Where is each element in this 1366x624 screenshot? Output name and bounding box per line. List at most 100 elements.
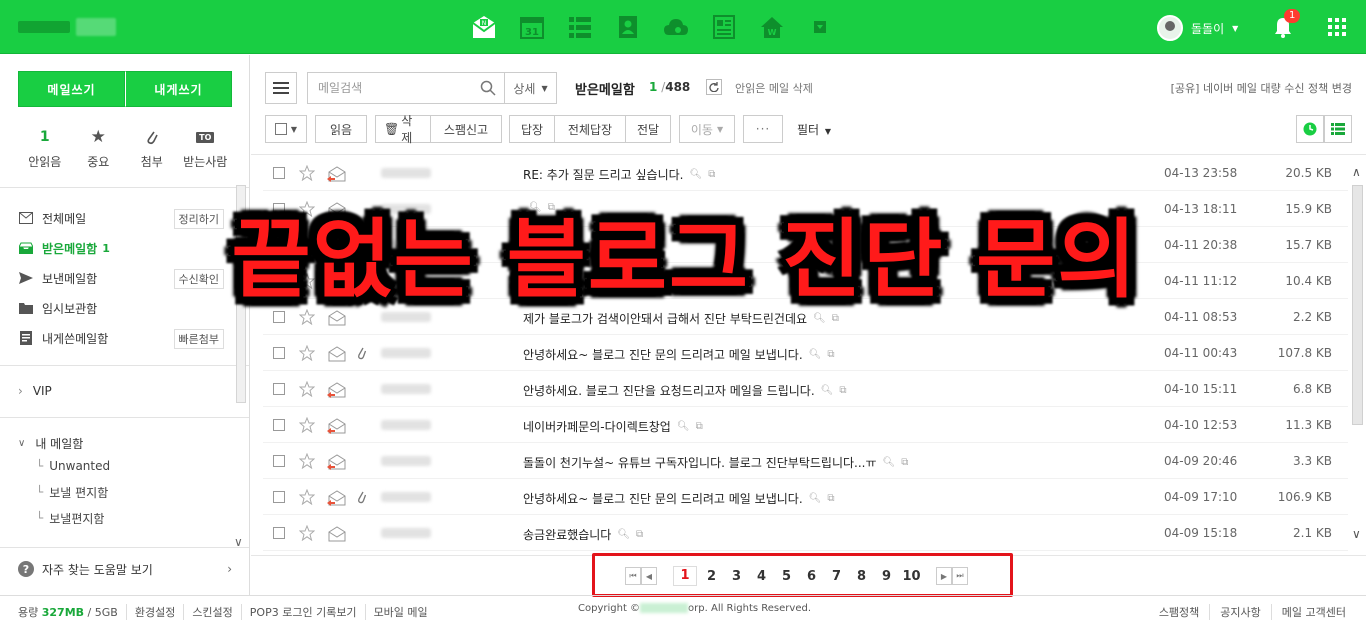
table-row[interactable]: 안녕하세요~ 블로그 진단 문의 드리려고 메일 보냅니다. 🔍︎ ⧉ 04-11 0… bbox=[263, 335, 1348, 371]
search-icon[interactable]: 🔍︎ bbox=[529, 274, 542, 285]
open-new-window-icon[interactable]: ⧉ bbox=[832, 313, 839, 324]
open-new-window-icon[interactable]: ⧉ bbox=[548, 274, 555, 285]
open-new-window-icon[interactable]: ⧉ bbox=[708, 169, 715, 180]
mail-subject[interactable]: 네이버카페문의-다이렉트창업 🔍︎ ⧉ bbox=[523, 418, 703, 435]
table-row[interactable]: 🔍︎ ⧉ 04-11 11:12 10.4 KB bbox=[263, 263, 1348, 299]
chevron-down-icon[interactable]: ∨ bbox=[1352, 527, 1361, 541]
reply-button[interactable]: 답장 bbox=[509, 115, 555, 143]
scroll-thumb[interactable] bbox=[1352, 185, 1363, 425]
read-receipt-button[interactable]: 수신확인 bbox=[173, 269, 224, 289]
mail-subject[interactable]: RE: 추가 질문 드리고 싶습니다. 🔍︎ ⧉ bbox=[523, 166, 715, 183]
search-icon[interactable]: 🔍︎ bbox=[883, 457, 896, 468]
mail-subject[interactable]: 송금완료했습니다 🔍︎ ⧉ bbox=[523, 526, 643, 543]
reply-all-button[interactable]: 전체답장 bbox=[554, 115, 626, 143]
row-checkbox[interactable] bbox=[273, 418, 285, 431]
open-new-window-icon[interactable]: ⧉ bbox=[901, 457, 908, 468]
sidebar-scrollbar[interactable]: ∨ bbox=[234, 75, 248, 565]
open-new-window-icon[interactable]: ⧉ bbox=[696, 421, 703, 432]
contacts-list-app-icon[interactable] bbox=[556, 10, 604, 44]
more-apps-icon[interactable] bbox=[796, 10, 844, 44]
spam-report-button[interactable]: 스팸신고 bbox=[430, 115, 502, 143]
folder-all[interactable]: 전체메일 정리하기 bbox=[18, 203, 224, 233]
table-row[interactable]: 돌돌이 천기누설~ 유튜브 구독자입니다. 블로그 진단부탁드립니다...ㅠ 🔍︎… bbox=[263, 443, 1348, 479]
move-dropdown[interactable]: 이동 ▼ bbox=[679, 115, 735, 143]
notice-link[interactable]: 공지사항 bbox=[1209, 604, 1270, 620]
folder-vip[interactable]: › VIP bbox=[18, 381, 52, 401]
write-mail-button[interactable]: 메일쓰기 bbox=[18, 71, 125, 107]
star-icon[interactable] bbox=[299, 417, 315, 433]
policy-notice-link[interactable]: [공유] 네이버 메일 대량 수신 정책 변경 bbox=[1171, 80, 1352, 96]
my-mailbox-toggle[interactable]: ∨ 내 메일함 bbox=[18, 433, 110, 453]
hamburger-menu-button[interactable] bbox=[265, 72, 297, 104]
search-icon[interactable] bbox=[480, 80, 496, 96]
open-new-window-icon[interactable]: ⧉ bbox=[827, 493, 834, 504]
search-icon[interactable]: 🔍︎ bbox=[689, 169, 702, 180]
subfolder-item[interactable]: └ 보낼 편지함 bbox=[18, 479, 110, 505]
address-book-app-icon[interactable] bbox=[604, 10, 652, 44]
star-icon[interactable] bbox=[299, 453, 315, 469]
pop3-log-link[interactable]: POP3 로그인 기록보기 bbox=[240, 604, 365, 620]
mail-app-icon[interactable]: N bbox=[460, 10, 508, 44]
star-icon[interactable] bbox=[299, 345, 315, 361]
star-icon[interactable] bbox=[299, 381, 315, 397]
quick-important[interactable]: ★ 중요 bbox=[72, 127, 126, 170]
quick-recipient[interactable]: TO 받는사람 bbox=[179, 127, 233, 170]
table-row[interactable]: 🔍︎ ⧉ 04-11 20:38 15.7 KB bbox=[263, 227, 1348, 263]
quick-attach-button[interactable]: 빠른첨부 bbox=[173, 329, 224, 349]
page-number[interactable]: 8 bbox=[849, 569, 874, 584]
delete-unread-link[interactable]: 안읽은 메일 삭제 bbox=[735, 80, 813, 96]
star-icon[interactable] bbox=[299, 273, 315, 289]
detail-search-dropdown[interactable]: 상세 ▼ bbox=[505, 72, 557, 104]
page-number[interactable]: 3 bbox=[724, 569, 749, 584]
page-number[interactable]: 6 bbox=[799, 569, 824, 584]
mail-subject[interactable]: 안녕하세요~ 블로그 진단 문의 드리려고 메일 보냅니다. 🔍︎ ⧉ bbox=[523, 490, 834, 507]
user-menu[interactable]: 돌돌이 ▼ bbox=[1157, 15, 1238, 41]
mail-subject[interactable]: 🔍︎ ⧉ bbox=[523, 202, 555, 213]
search-icon[interactable]: 🔍︎ bbox=[529, 202, 542, 213]
page-number[interactable]: 7 bbox=[824, 569, 849, 584]
home-app-icon[interactable]: W bbox=[748, 10, 796, 44]
search-icon[interactable]: 🔍︎ bbox=[813, 313, 826, 324]
scroll-thumb[interactable] bbox=[236, 185, 246, 403]
open-new-window-icon[interactable]: ⧉ bbox=[636, 529, 643, 540]
grid-menu-icon[interactable] bbox=[1327, 17, 1347, 37]
row-checkbox[interactable] bbox=[273, 238, 285, 251]
mail-subject[interactable]: 제가 블로그가 검색이안돼서 급해서 진단 부탁드린건데요 🔍︎ ⧉ bbox=[523, 310, 839, 327]
table-row[interactable]: 안녕하세요~ 블로그 진단 문의 드리려고 메일 보냅니다. 🔍︎ ⧉ 04-09 1… bbox=[263, 479, 1348, 515]
page-number[interactable]: 5 bbox=[774, 569, 799, 584]
naver-logo[interactable] bbox=[18, 18, 118, 36]
table-row[interactable]: 제가 블로그가 검색이안돼서 급해서 진단 부탁드린건데요 🔍︎ ⧉ 04-11 08… bbox=[263, 299, 1348, 335]
write-self-button[interactable]: 내게쓰기 bbox=[125, 71, 232, 107]
mail-subject[interactable]: 🔍︎ ⧉ bbox=[523, 238, 555, 249]
row-checkbox[interactable] bbox=[273, 490, 285, 503]
row-checkbox[interactable] bbox=[273, 310, 285, 323]
quick-unread[interactable]: 1 안읽음 bbox=[18, 127, 72, 170]
row-checkbox[interactable] bbox=[273, 166, 285, 179]
search-icon[interactable]: 🔍︎ bbox=[617, 529, 630, 540]
folder-inbox[interactable]: 받은메일함 1 bbox=[18, 233, 224, 263]
mark-read-button[interactable]: 읽음 bbox=[315, 115, 367, 143]
select-all-checkbox[interactable]: ▼ bbox=[265, 115, 307, 143]
next-page-button[interactable]: ▶ bbox=[936, 567, 952, 585]
row-checkbox[interactable] bbox=[273, 526, 285, 539]
delete-button[interactable]: 🗑 삭제 bbox=[375, 114, 431, 145]
more-button[interactable]: ··· bbox=[743, 115, 783, 143]
forward-button[interactable]: 전달 bbox=[625, 115, 671, 143]
table-row[interactable]: 🔍︎ ⧉ 04-13 18:11 15.9 KB bbox=[263, 191, 1348, 227]
help-link[interactable]: ? 자주 찾는 도움말 보기 › bbox=[18, 555, 232, 583]
open-new-window-icon[interactable]: ⧉ bbox=[827, 349, 834, 360]
settings-link[interactable]: 환경설정 bbox=[125, 604, 183, 620]
mail-subject[interactable]: 돌돌이 천기누설~ 유튜브 구독자입니다. 블로그 진단부탁드립니다...ㅠ 🔍︎… bbox=[523, 454, 908, 471]
search-icon[interactable]: 🔍︎ bbox=[821, 385, 834, 396]
support-link[interactable]: 메일 고객센터 bbox=[1270, 604, 1356, 620]
row-checkbox[interactable] bbox=[273, 454, 285, 467]
first-page-button[interactable]: ⏮ bbox=[625, 567, 641, 585]
folder-drafts[interactable]: 임시보관함 bbox=[18, 293, 224, 323]
table-row[interactable]: RE: 추가 질문 드리고 싶습니다. 🔍︎ ⧉ 04-13 23:58 20.5 KB bbox=[263, 155, 1348, 191]
quick-attachment[interactable]: 첨부 bbox=[125, 127, 179, 170]
search-icon[interactable]: 🔍︎ bbox=[529, 238, 542, 249]
table-row[interactable]: 안녕하세요. 블로그 진단을 요청드리고자 메일을 드립니다. 🔍︎ ⧉ 04-10 … bbox=[263, 371, 1348, 407]
refresh-button[interactable] bbox=[706, 79, 722, 95]
star-icon[interactable] bbox=[299, 489, 315, 505]
mail-subject[interactable]: 🔍︎ ⧉ bbox=[523, 274, 555, 285]
